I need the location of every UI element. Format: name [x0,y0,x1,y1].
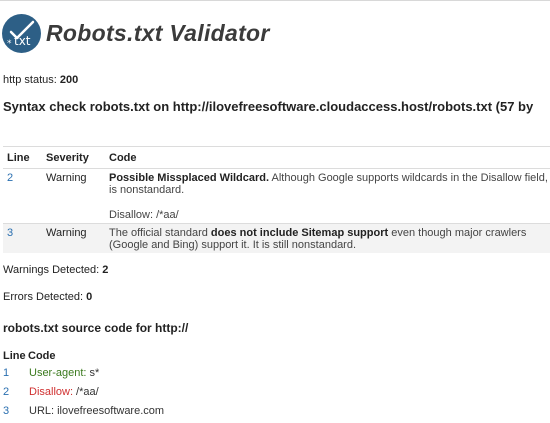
app-logo: * txt [2,13,41,53]
errors-label: Errors Detected: [3,291,84,303]
errors-value: 0 [86,291,93,303]
col-header-line: Line [3,146,42,169]
logo-text: txt [14,33,31,48]
source-table-header: Line Code [3,348,164,364]
issue-severity: Warning [42,168,105,224]
issue-code-extra: Disallow: /*aa/ [109,209,179,221]
issue-line-cell: 3 [3,223,42,253]
issue-code: The official standard does not include S… [105,223,550,253]
issues-table-header: Line Severity Code [3,146,550,169]
list-item: 1 User-agent: s* [3,364,164,383]
source-line-number: 3 [3,405,10,417]
source-heading: robots.txt source code for http:// [3,321,189,335]
issue-code: Possible Missplaced Wildcard. Although G… [105,168,550,224]
source-value: s* [89,367,100,379]
http-status-label: http status: [3,74,57,86]
page-title: Robots.txt Validator [46,19,270,46]
top-divider [0,0,550,1]
source-col-code: Code [28,350,56,362]
issue-code-prefix: The official standard [109,227,211,239]
page: * txt Robots.txt Validator http status: … [0,0,550,423]
source-value: ilovefreesoftware.com [57,405,165,417]
issue-line-link[interactable]: 2 [7,172,13,184]
svg-text:*: * [7,39,12,49]
issue-severity: Warning [42,223,105,253]
source-col-line: Line [3,350,26,362]
issue-code-bold: does not include Sitemap support [210,227,389,239]
warnings-label: Warnings Detected: [3,264,100,276]
http-status-value: 200 [59,74,79,86]
issue-line-link[interactable]: 3 [7,227,13,239]
source-table: Line Code 1 User-agent: s* 2 Disallow: /… [3,348,164,421]
warnings-count: Warnings Detected: 2 [3,264,108,276]
syntax-check-heading: Syntax check robots.txt on http://ilovef… [3,99,534,114]
list-item: 2 Disallow: /*aa/ [3,383,164,402]
http-status: http status: 200 [3,74,78,86]
col-header-code: Code [105,146,550,169]
source-value: /*aa/ [76,386,99,398]
source-line-number: 1 [3,367,10,379]
issue-line-cell: 2 [3,168,42,224]
source-key: URL: [29,405,55,417]
col-header-severity: Severity [42,146,105,169]
app-header: * txt Robots.txt Validator [2,13,270,53]
issues-table: Line Severity Code 2 Warning Possible Mi… [3,146,550,253]
table-row: 3 Warning The official standard does not… [3,223,550,253]
source-line-number: 2 [3,386,10,398]
warnings-value: 2 [102,264,109,276]
errors-count: Errors Detected: 0 [3,291,92,303]
source-key: User-agent: [29,367,87,379]
table-row: 2 Warning Possible Missplaced Wildcard. … [3,168,550,224]
issue-code-bold: Possible Missplaced Wildcard. [109,172,270,184]
source-key: Disallow: [29,386,74,398]
list-item: 3 URL: ilovefreesoftware.com [3,402,164,421]
